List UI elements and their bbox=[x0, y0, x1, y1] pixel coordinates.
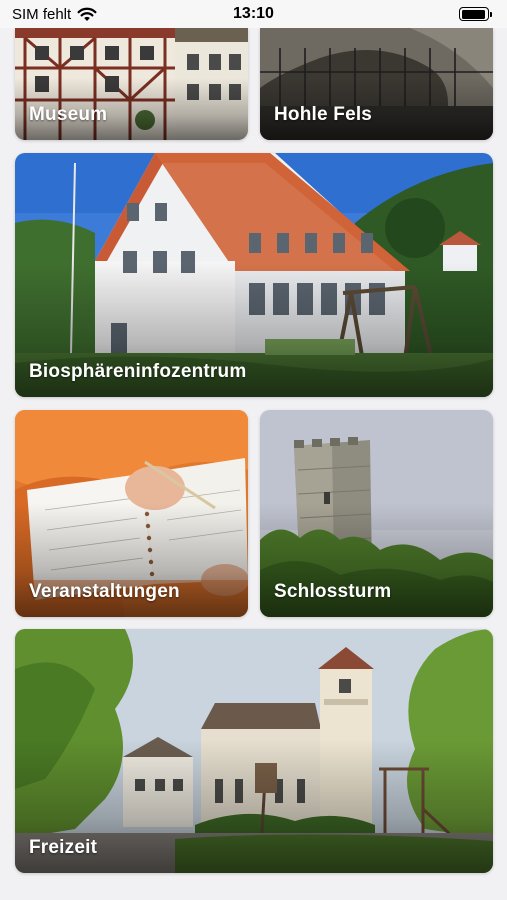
tile-label-hohle-fels: Hohle Fels bbox=[274, 104, 373, 125]
tile-label-veranstaltungen: Veranstaltungen bbox=[29, 581, 180, 602]
tile-label-biosphaereninfozentrum: Biosphäreninfozentrum bbox=[29, 361, 247, 382]
tile-hohle-fels[interactable]: Hohle Fels bbox=[260, 28, 493, 140]
status-bar: SIM fehlt 13:10 bbox=[0, 0, 507, 28]
battery-level bbox=[461, 9, 486, 19]
status-left: SIM fehlt bbox=[12, 6, 97, 23]
wifi-icon bbox=[77, 7, 97, 21]
carrier-text: SIM fehlt bbox=[12, 5, 72, 23]
battery-icon bbox=[459, 7, 492, 21]
tile-freizeit[interactable]: Freizeit bbox=[15, 629, 493, 873]
tile-biosphaereninfozentrum[interactable]: Biosphäreninfozentrum bbox=[15, 153, 493, 397]
tile-label-museum: Museum bbox=[29, 104, 108, 125]
tile-label-schlossturm: Schlossturm bbox=[274, 581, 392, 602]
tile-label-freizeit: Freizeit bbox=[29, 837, 98, 858]
app-screen: SIM fehlt 13:10 Museum Hohle Fels Biosph… bbox=[0, 0, 507, 900]
tile-veranstaltungen[interactable]: Veranstaltungen bbox=[15, 410, 248, 617]
tile-museum[interactable]: Museum bbox=[15, 28, 248, 140]
tile-schlossturm[interactable]: Schlossturm bbox=[260, 410, 493, 617]
